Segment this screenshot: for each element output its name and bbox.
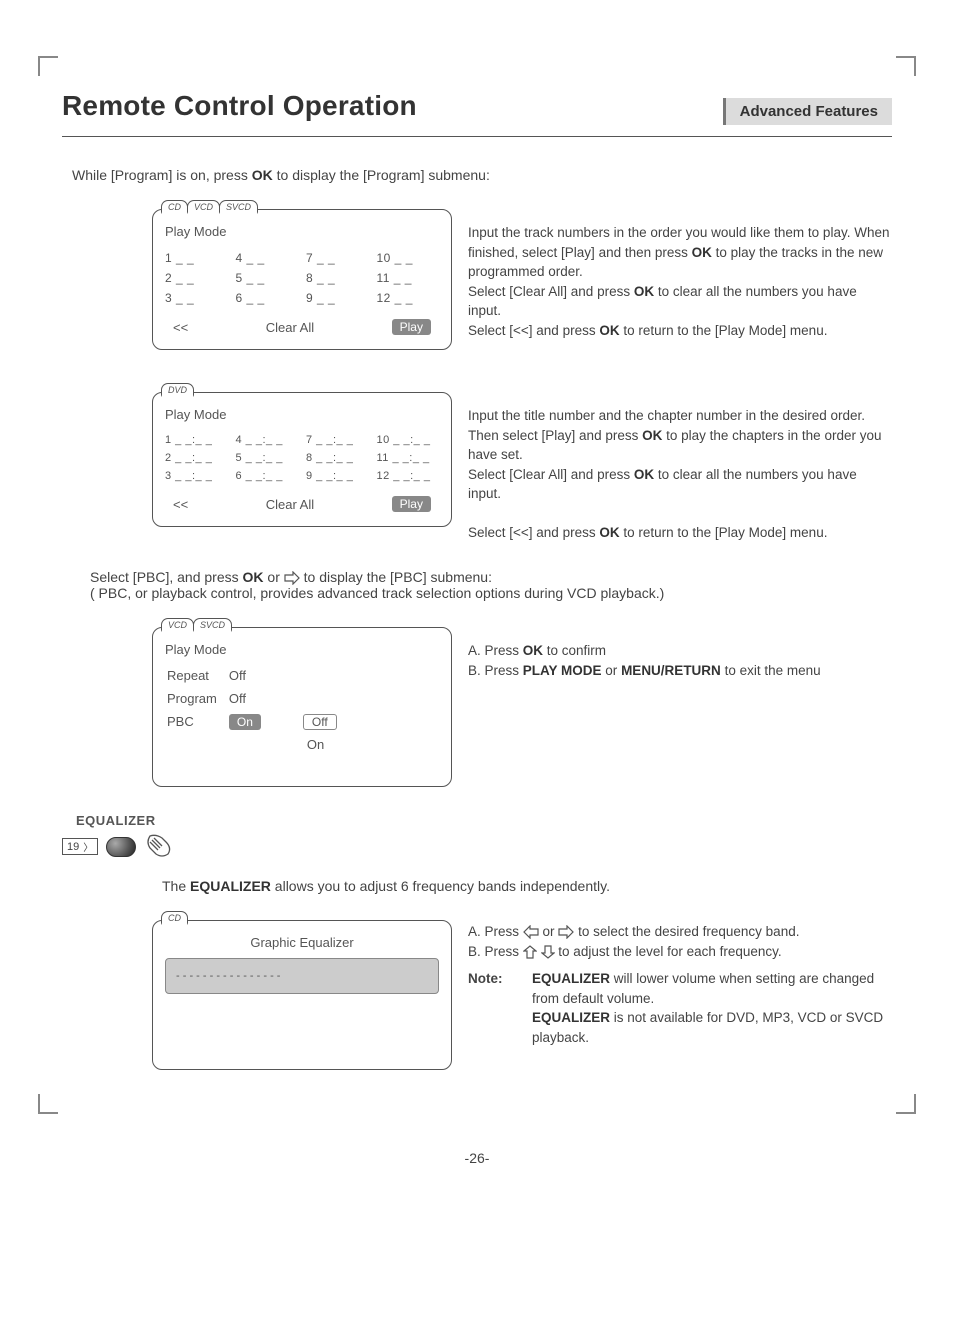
step-number-box: 19〉 [62,838,98,855]
pbc-panel: VCD SVCD Play Mode RepeatOff ProgramOff … [152,627,452,787]
equalizer-heading: EQUALIZER [76,813,892,828]
clear-all-button[interactable]: Clear All [266,320,314,335]
tab-vcd-2: VCD [161,618,194,632]
back-button[interactable]: << [173,320,188,335]
arrow-left-icon [523,925,539,939]
pbc-on-pill[interactable]: On [229,714,261,730]
play-button-2[interactable]: Play [392,496,431,512]
hand-pointer-icon [144,832,174,862]
subtitle-box: Advanced Features [723,98,892,125]
repeat-label: Repeat [167,665,227,686]
pbc-intro: Select [PBC], and press OK or to display… [90,569,892,601]
arrow-right-icon [284,571,300,585]
program-intro: While [Program] is on, press OK to displ… [72,167,892,183]
tab-cd: CD [161,200,188,214]
desc-4: A. Press or to select the desired freque… [452,904,892,1047]
repeat-value: Off [229,665,271,686]
program-panel-dvd: DVD Play Mode 1 _ _:_ _4 _ _:_ _7 _ _:_ … [152,392,452,527]
arrow-right-icon-2 [558,925,574,939]
desc-1: Input the track numbers in the order you… [452,193,892,340]
equalizer-panel: CD Graphic Equalizer - - - - - - - - - -… [152,920,452,1070]
chevron-right-icon: 〉 [83,839,93,854]
remote-button-icon [106,837,136,857]
arrow-down-icon [541,945,555,959]
note-label: Note: [468,969,532,1047]
panel1-heading: Play Mode [165,224,439,239]
program-grid-1: 1 _ _4 _ _7 _ _10 _ _ 2 _ _5 _ _8 _ _11 … [165,251,439,305]
equalizer-intro: The EQUALIZER allows you to adjust 6 fre… [162,878,892,894]
panel3-heading: Play Mode [165,642,439,657]
pbc-off-option[interactable]: Off [303,714,337,730]
pbc-on-option[interactable]: On [273,734,347,755]
desc-3: A. Press OK to confirm B. Press PLAY MOD… [452,611,892,680]
desc-2: Input the title number and the chapter n… [452,376,892,543]
program-label: Program [167,688,227,709]
program-grid-2: 1 _ _:_ _4 _ _:_ _7 _ _:_ _10 _ _:_ _ 2 … [165,434,439,482]
tab-vcd: VCD [187,200,220,214]
tab-svcd-2: SVCD [193,618,232,632]
back-button-2[interactable]: << [173,497,188,512]
title-rule [62,136,892,137]
clear-all-button-2[interactable]: Clear All [266,497,314,512]
panel2-heading: Play Mode [165,407,439,422]
pbc-label: PBC [167,711,227,732]
program-panel-cd: CD VCD SVCD Play Mode 1 _ _4 _ _7 _ _10 … [152,209,452,350]
tab-cd-2: CD [161,911,188,925]
arrow-up-icon [523,945,537,959]
play-button[interactable]: Play [392,319,431,335]
tab-svcd: SVCD [219,200,258,214]
eq-bar: - - - - - - - - - - - - - - - - [165,958,439,994]
tab-dvd: DVD [161,383,194,397]
page-number: -26- [0,1150,954,1166]
program-value: Off [229,688,271,709]
eq-panel-title: Graphic Equalizer [165,935,439,950]
